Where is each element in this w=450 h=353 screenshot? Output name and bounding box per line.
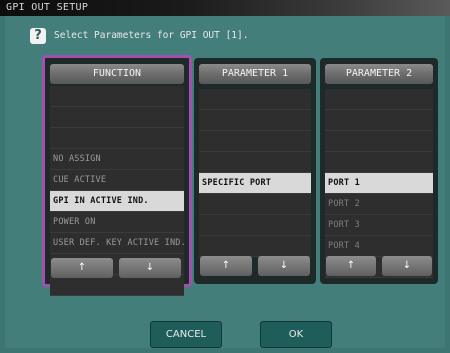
parameter2-column: PARAMETER 2 PORT 1 PORT 2 PORT 3 PORT 4 … [320, 58, 438, 284]
parameter1-up-button[interactable]: ↑ [200, 256, 252, 276]
parameter2-list[interactable]: PORT 1 PORT 2 PORT 3 PORT 4 PORT 5 [325, 89, 433, 278]
parameter2-down-button[interactable]: ↓ [382, 256, 432, 276]
parameter1-list[interactable]: SPECIFIC PORT [199, 89, 311, 257]
parameter2-scroll-buttons: ↑ ↓ [326, 256, 432, 276]
function-down-button[interactable]: ↓ [119, 258, 181, 278]
parameter2-item[interactable] [325, 110, 433, 131]
parameter1-header: PARAMETER 1 [199, 64, 311, 84]
parameter2-item-port-3[interactable]: PORT 3 [325, 215, 433, 236]
function-item[interactable] [50, 275, 184, 296]
function-column: FUNCTION NO ASSIGN CUE ACTIVE GPI IN ACT… [42, 55, 192, 296]
parameter2-item[interactable] [325, 152, 433, 173]
function-item-no-assign[interactable]: NO ASSIGN [50, 149, 184, 170]
function-item-gpi-in-active-ind[interactable]: GPI IN ACTIVE IND. [50, 191, 184, 212]
function-up-button[interactable]: ↑ [51, 258, 113, 278]
function-header: FUNCTION [50, 64, 184, 84]
parameter2-item-port-1[interactable]: PORT 1 [325, 173, 433, 194]
parameter1-item[interactable] [199, 131, 311, 152]
parameter2-header: PARAMETER 2 [325, 64, 433, 84]
parameter1-item[interactable] [199, 215, 311, 236]
parameter1-item[interactable] [199, 236, 311, 257]
function-item[interactable] [50, 128, 184, 149]
function-scroll-buttons: ↑ ↓ [51, 258, 181, 278]
function-item-user-def-key-active-ind[interactable]: USER DEF. KEY ACTIVE IND. [50, 233, 184, 254]
parameter1-scroll-buttons: ↑ ↓ [200, 256, 310, 276]
parameter2-item-port-2[interactable]: PORT 2 [325, 194, 433, 215]
cancel-button[interactable]: CANCEL [150, 321, 222, 348]
help-icon: ? [30, 28, 46, 44]
ok-button[interactable]: OK [260, 321, 332, 348]
parameter2-item[interactable] [325, 131, 433, 152]
gpi-out-setup-dialog: GPI OUT SETUP ? Select Parameters for GP… [0, 0, 450, 353]
parameter1-item[interactable] [199, 152, 311, 173]
parameter1-item[interactable] [199, 89, 311, 110]
parameter2-item-port-4[interactable]: PORT 4 [325, 236, 433, 257]
window-title: GPI OUT SETUP [0, 0, 450, 16]
parameter1-item[interactable] [199, 110, 311, 131]
parameter1-column: PARAMETER 1 SPECIFIC PORT ↑ ↓ [194, 58, 316, 284]
function-item-cue-active[interactable]: CUE ACTIVE [50, 170, 184, 191]
function-item[interactable] [50, 107, 184, 128]
function-item-power-on[interactable]: POWER ON [50, 212, 184, 233]
parameter2-up-button[interactable]: ↑ [326, 256, 376, 276]
prompt-text: Select Parameters for GPI OUT [1]. [54, 30, 249, 41]
function-item[interactable] [50, 86, 184, 107]
parameter1-item-specific-port[interactable]: SPECIFIC PORT [199, 173, 311, 194]
parameter2-item[interactable] [325, 89, 433, 110]
parameter1-item[interactable] [199, 194, 311, 215]
parameter1-down-button[interactable]: ↓ [258, 256, 310, 276]
